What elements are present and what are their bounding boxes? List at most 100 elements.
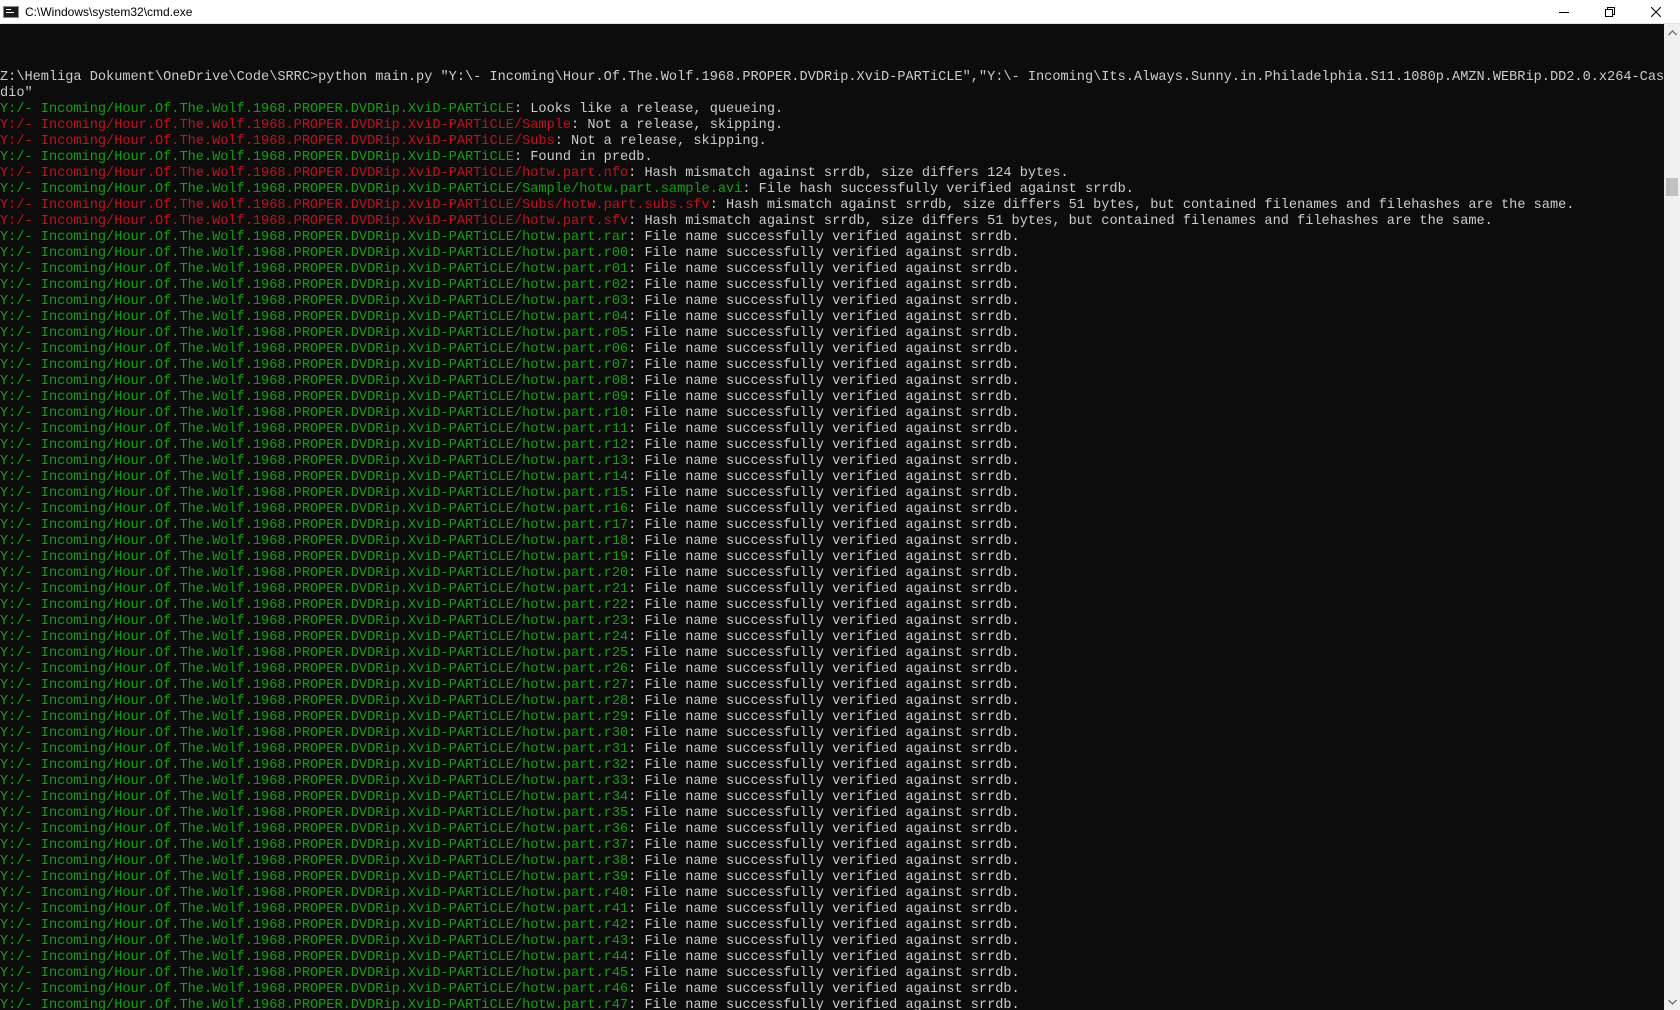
console-line: Y:/- Incoming/Hour.Of.The.Wolf.1968.PROP… <box>0 150 1664 166</box>
console-message-text: : File name successfully verified agains… <box>628 982 1020 997</box>
console-line: Y:/- Incoming/Hour.Of.The.Wolf.1968.PROP… <box>0 278 1664 294</box>
console-output-area[interactable]: Z:\Hemliga Dokument\OneDrive\Code\SRRC>p… <box>0 24 1664 1010</box>
console-message-text: : File name successfully verified agains… <box>628 262 1020 277</box>
console-path-text: Y:/- Incoming/Hour.Of.The.Wolf.1968.PROP… <box>0 150 514 165</box>
console-line: Y:/- Incoming/Hour.Of.The.Wolf.1968.PROP… <box>0 358 1664 374</box>
restore-icon <box>1605 6 1615 17</box>
console-line: Y:/- Incoming/Hour.Of.The.Wolf.1968.PROP… <box>0 422 1664 438</box>
console-line: Y:/- Incoming/Hour.Of.The.Wolf.1968.PROP… <box>0 438 1664 454</box>
console-message-text: : File name successfully verified agains… <box>628 790 1020 805</box>
window-title: C:\Windows\system32\cmd.exe <box>25 4 193 19</box>
console-line: Y:/- Incoming/Hour.Of.The.Wolf.1968.PROP… <box>0 742 1664 758</box>
scroll-down-button[interactable] <box>1664 993 1680 1010</box>
console-message-text: : File name successfully verified agains… <box>628 822 1020 837</box>
close-button[interactable] <box>1633 0 1679 23</box>
console-path-text: Y:/- Incoming/Hour.Of.The.Wolf.1968.PROP… <box>0 934 629 949</box>
console-line: Y:/- Incoming/Hour.Of.The.Wolf.1968.PROP… <box>0 870 1664 886</box>
console-lines: Z:\Hemliga Dokument\OneDrive\Code\SRRC>p… <box>0 54 1664 1010</box>
console-message-text: : File name successfully verified agains… <box>628 934 1020 949</box>
cmd-app-icon[interactable] <box>3 5 19 18</box>
console-path-text: Y:/- Incoming/Hour.Of.The.Wolf.1968.PROP… <box>0 518 629 533</box>
console-path-text: Y:/- Incoming/Hour.Of.The.Wolf.1968.PROP… <box>0 422 629 437</box>
console-path-text: Y:/- Incoming/Hour.Of.The.Wolf.1968.PROP… <box>0 854 629 869</box>
console-line: Y:/- Incoming/Hour.Of.The.Wolf.1968.PROP… <box>0 966 1664 982</box>
console-line: Y:/- Incoming/Hour.Of.The.Wolf.1968.PROP… <box>0 486 1664 502</box>
console-message-text: : File name successfully verified agains… <box>628 950 1020 965</box>
console-message-text: : File name successfully verified agains… <box>628 598 1020 613</box>
console-message-text: : File name successfully verified agains… <box>628 438 1020 453</box>
console-line: dio" <box>0 86 1664 102</box>
console-line: Y:/- Incoming/Hour.Of.The.Wolf.1968.PROP… <box>0 310 1664 326</box>
console-message-text: : File name successfully verified agains… <box>628 662 1020 677</box>
console-line: Y:/- Incoming/Hour.Of.The.Wolf.1968.PROP… <box>0 822 1664 838</box>
console-path-text: Y:/- Incoming/Hour.Of.The.Wolf.1968.PROP… <box>0 998 629 1010</box>
console-message-text: : File name successfully verified agains… <box>628 838 1020 853</box>
minimize-icon <box>1559 11 1569 13</box>
console-message-text: : File name successfully verified agains… <box>628 390 1020 405</box>
console-line: Y:/- Incoming/Hour.Of.The.Wolf.1968.PROP… <box>0 678 1664 694</box>
console-line: Y:/- Incoming/Hour.Of.The.Wolf.1968.PROP… <box>0 598 1664 614</box>
console-message-text: : File name successfully verified agains… <box>628 614 1020 629</box>
console-message-text: : File name successfully verified agains… <box>628 502 1020 517</box>
scroll-up-button[interactable] <box>1664 24 1680 41</box>
close-icon <box>1651 6 1661 17</box>
console-line: Y:/- Incoming/Hour.Of.The.Wolf.1968.PROP… <box>0 326 1664 342</box>
console-path-text: Y:/- Incoming/Hour.Of.The.Wolf.1968.PROP… <box>0 870 629 885</box>
console-line: Y:/- Incoming/Hour.Of.The.Wolf.1968.PROP… <box>0 662 1664 678</box>
console-line: Y:/- Incoming/Hour.Of.The.Wolf.1968.PROP… <box>0 534 1664 550</box>
console-path-text: Y:/- Incoming/Hour.Of.The.Wolf.1968.PROP… <box>0 662 629 677</box>
console-path-text: Y:/- Incoming/Hour.Of.The.Wolf.1968.PROP… <box>0 230 629 245</box>
console-message-text: : File name successfully verified agains… <box>628 406 1020 421</box>
console-path-text: Y:/- Incoming/Hour.Of.The.Wolf.1968.PROP… <box>0 502 629 517</box>
console-path-text: Y:/- Incoming/Hour.Of.The.Wolf.1968.PROP… <box>0 182 743 197</box>
console-line: Y:/- Incoming/Hour.Of.The.Wolf.1968.PROP… <box>0 118 1664 134</box>
console-message-text: : File name successfully verified agains… <box>628 886 1020 901</box>
console-path-text: Y:/- Incoming/Hour.Of.The.Wolf.1968.PROP… <box>0 598 629 613</box>
console-line: Y:/- Incoming/Hour.Of.The.Wolf.1968.PROP… <box>0 614 1664 630</box>
vertical-scrollbar[interactable] <box>1664 24 1680 1010</box>
console-path-text: Y:/- Incoming/Hour.Of.The.Wolf.1968.PROP… <box>0 470 629 485</box>
scrollbar-thumb[interactable] <box>1666 178 1678 196</box>
console-line: Y:/- Incoming/Hour.Of.The.Wolf.1968.PROP… <box>0 518 1664 534</box>
console-message-text: : File name successfully verified agains… <box>628 742 1020 757</box>
console-path-text: Y:/- Incoming/Hour.Of.The.Wolf.1968.PROP… <box>0 582 629 597</box>
console-line: Y:/- Incoming/Hour.Of.The.Wolf.1968.PROP… <box>0 566 1664 582</box>
console-line: Y:/- Incoming/Hour.Of.The.Wolf.1968.PROP… <box>0 294 1664 310</box>
minimize-button[interactable] <box>1541 0 1587 23</box>
console-message-text: : File name successfully verified agains… <box>628 518 1020 533</box>
console-path-text: Y:/- Incoming/Hour.Of.The.Wolf.1968.PROP… <box>0 614 629 629</box>
chevron-down-icon <box>1667 999 1677 1005</box>
console-path-text: Y:/- Incoming/Hour.Of.The.Wolf.1968.PROP… <box>0 262 629 277</box>
console-message-text: : File name successfully verified agains… <box>628 806 1020 821</box>
console-line: Y:/- Incoming/Hour.Of.The.Wolf.1968.PROP… <box>0 710 1664 726</box>
console-path-text: Y:/- Incoming/Hour.Of.The.Wolf.1968.PROP… <box>0 390 629 405</box>
console-path-text: Y:/- Incoming/Hour.Of.The.Wolf.1968.PROP… <box>0 486 629 501</box>
console-line: Y:/- Incoming/Hour.Of.The.Wolf.1968.PROP… <box>0 102 1664 118</box>
console-line: Y:/- Incoming/Hour.Of.The.Wolf.1968.PROP… <box>0 790 1664 806</box>
console-path-text: Y:/- Incoming/Hour.Of.The.Wolf.1968.PROP… <box>0 806 629 821</box>
console-path-text: Y:/- Incoming/Hour.Of.The.Wolf.1968.PROP… <box>0 758 629 773</box>
console-message-text: dio" <box>0 86 33 101</box>
console-line: Z:\Hemliga Dokument\OneDrive\Code\SRRC>p… <box>0 70 1664 86</box>
console-path-text: Y:/- Incoming/Hour.Of.The.Wolf.1968.PROP… <box>0 214 629 229</box>
console-message-text: : File name successfully verified agains… <box>628 374 1020 389</box>
title-bar[interactable]: C:\Windows\system32\cmd.exe <box>0 0 1680 24</box>
console-line: Y:/- Incoming/Hour.Of.The.Wolf.1968.PROP… <box>0 902 1664 918</box>
console-path-text: Y:/- Incoming/Hour.Of.The.Wolf.1968.PROP… <box>0 454 629 469</box>
console-message-text: : Hash mismatch against srrdb, size diff… <box>709 198 1575 213</box>
console-line: Y:/- Incoming/Hour.Of.The.Wolf.1968.PROP… <box>0 470 1664 486</box>
console-message-text: : Hash mismatch against srrdb, size diff… <box>628 214 1493 229</box>
restore-button[interactable] <box>1587 0 1633 23</box>
console-line: Y:/- Incoming/Hour.Of.The.Wolf.1968.PROP… <box>0 246 1664 262</box>
console-line: Y:/- Incoming/Hour.Of.The.Wolf.1968.PROP… <box>0 774 1664 790</box>
console-path-text: Y:/- Incoming/Hour.Of.The.Wolf.1968.PROP… <box>0 902 629 917</box>
console-message-text: : File name successfully verified agains… <box>628 230 1020 245</box>
console-path-text: Y:/- Incoming/Hour.Of.The.Wolf.1968.PROP… <box>0 566 629 581</box>
console-message-text: : File hash successfully verified agains… <box>742 182 1134 197</box>
console-line: Y:/- Incoming/Hour.Of.The.Wolf.1968.PROP… <box>0 886 1664 902</box>
console-line: Y:/- Incoming/Hour.Of.The.Wolf.1968.PROP… <box>0 502 1664 518</box>
console-message-text: : Not a release, skipping. <box>571 118 784 133</box>
console-message-text: : File name successfully verified agains… <box>628 774 1020 789</box>
console-line: Y:/- Incoming/Hour.Of.The.Wolf.1968.PROP… <box>0 390 1664 406</box>
console-line: Y:/- Incoming/Hour.Of.The.Wolf.1968.PROP… <box>0 950 1664 966</box>
